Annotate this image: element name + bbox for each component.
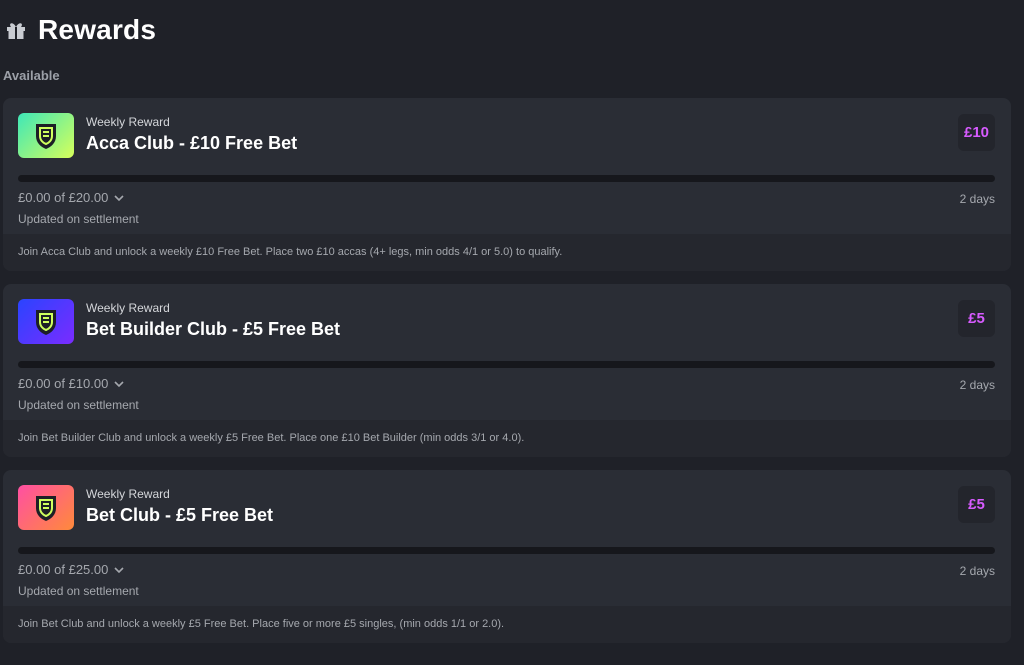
reward-description: Join Acca Club and unlock a weekly £10 F… bbox=[3, 234, 1011, 271]
reward-card[interactable]: Weekly Reward Bet Builder Club - £5 Free… bbox=[3, 284, 1011, 457]
progress-bar bbox=[18, 175, 995, 182]
progress-toggle[interactable]: £0.00 of £20.00 bbox=[18, 190, 124, 205]
days-remaining: 2 days bbox=[959, 192, 995, 206]
reward-amount-badge: £5 bbox=[958, 486, 995, 523]
club-shield-icon bbox=[36, 495, 56, 521]
page-title: Rewards bbox=[38, 14, 157, 45]
club-shield-icon bbox=[36, 309, 56, 335]
club-shield-icon bbox=[36, 123, 56, 149]
reward-amount-badge: £10 bbox=[958, 114, 995, 151]
reward-description: Join Bet Club and unlock a weekly £5 Fre… bbox=[3, 606, 1011, 643]
reward-thumbnail bbox=[18, 485, 74, 530]
progress-toggle[interactable]: £0.00 of £25.00 bbox=[18, 562, 124, 577]
chevron-down-icon bbox=[114, 566, 124, 573]
updated-note: Updated on settlement bbox=[18, 212, 139, 226]
gift-icon bbox=[7, 23, 25, 39]
progress-bar bbox=[18, 547, 995, 554]
reward-card[interactable]: Weekly Reward Acca Club - £10 Free Bet £… bbox=[3, 98, 1011, 271]
reward-title: Bet Builder Club - £5 Free Bet bbox=[86, 319, 341, 339]
section-label-available: Available bbox=[3, 68, 60, 83]
reward-amount-badge: £5 bbox=[958, 300, 995, 337]
page-header: Rewards bbox=[4, 14, 156, 46]
days-remaining: 2 days bbox=[959, 378, 995, 392]
reward-thumbnail bbox=[18, 113, 74, 158]
progress-bar bbox=[18, 361, 995, 368]
reward-card[interactable]: Weekly Reward Bet Club - £5 Free Bet £5 … bbox=[3, 470, 1011, 643]
progress-text: £0.00 of £25.00 bbox=[18, 562, 109, 577]
reward-kicker: Weekly Reward bbox=[86, 301, 170, 315]
reward-thumbnail bbox=[18, 299, 74, 344]
progress-text: £0.00 of £20.00 bbox=[18, 190, 109, 205]
updated-note: Updated on settlement bbox=[18, 584, 139, 598]
progress-text: £0.00 of £10.00 bbox=[18, 376, 109, 391]
reward-title: Bet Club - £5 Free Bet bbox=[86, 505, 274, 525]
updated-note: Updated on settlement bbox=[18, 398, 139, 412]
chevron-down-icon bbox=[114, 380, 124, 387]
reward-kicker: Weekly Reward bbox=[86, 115, 170, 129]
reward-description: Join Bet Builder Club and unlock a weekl… bbox=[3, 420, 1011, 457]
days-remaining: 2 days bbox=[959, 564, 995, 578]
chevron-down-icon bbox=[114, 194, 124, 201]
progress-toggle[interactable]: £0.00 of £10.00 bbox=[18, 376, 124, 391]
reward-kicker: Weekly Reward bbox=[86, 487, 170, 501]
reward-title: Acca Club - £10 Free Bet bbox=[86, 133, 298, 153]
